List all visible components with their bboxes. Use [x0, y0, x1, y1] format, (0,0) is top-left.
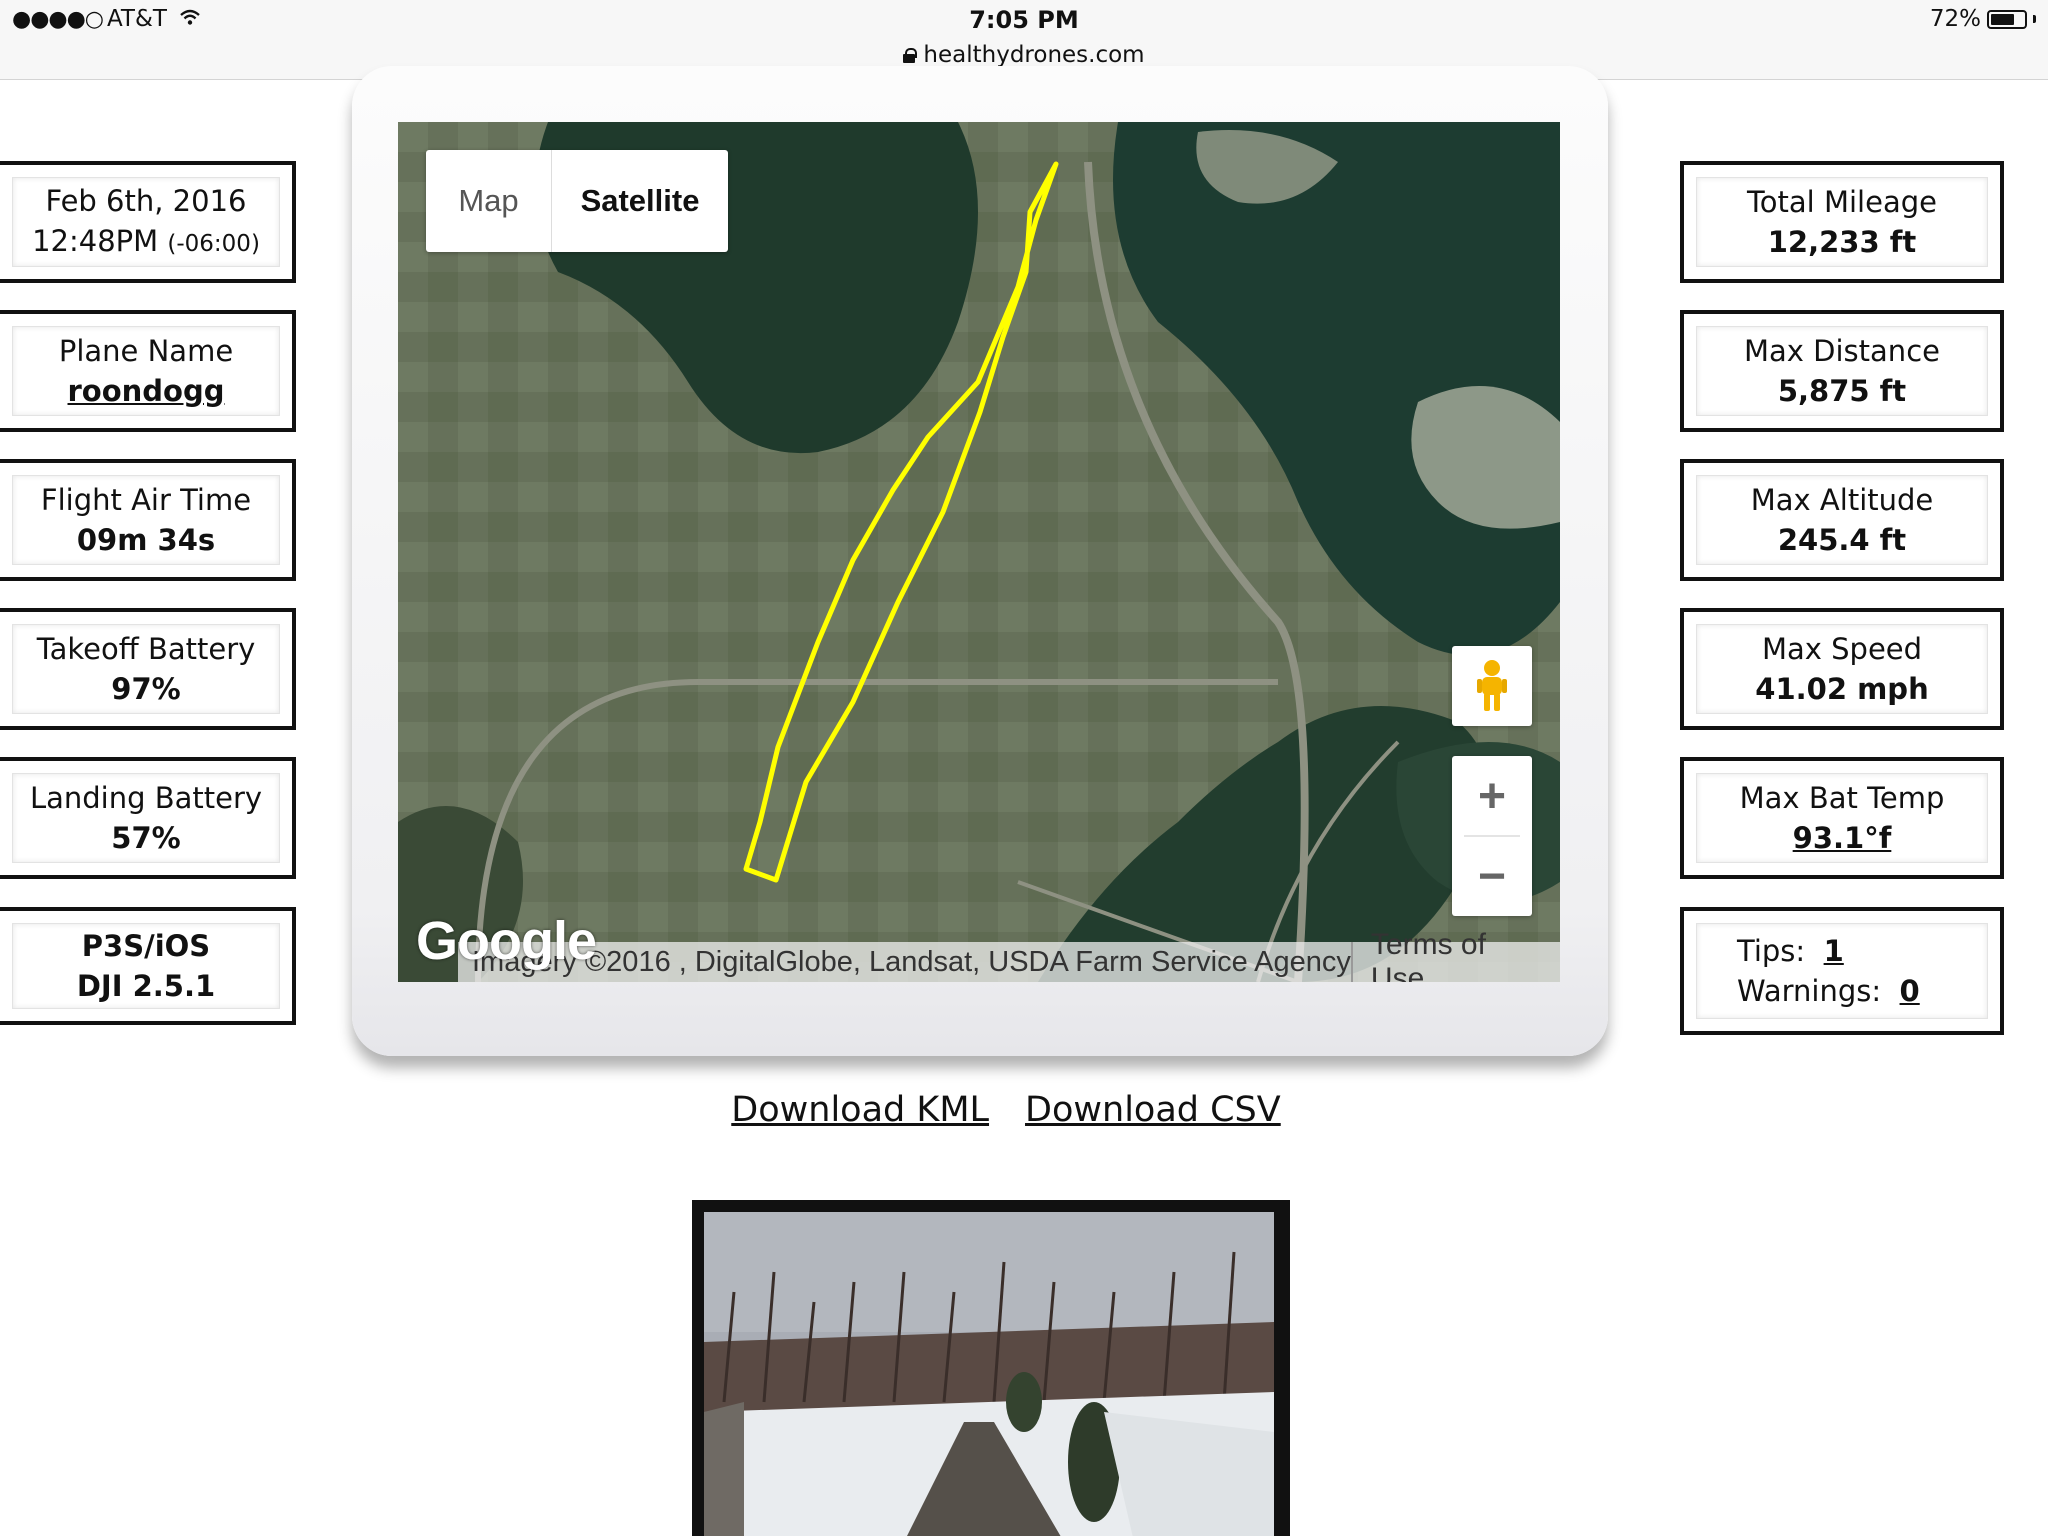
- flight-date-box: Feb 6th, 2016 12:48PM (-06:00): [0, 161, 296, 283]
- max-bat-temp-box: Max Bat Temp 93.1°f: [1680, 757, 2004, 879]
- battery-fill: [1991, 13, 2015, 25]
- zoom-out-button[interactable]: −: [1452, 836, 1532, 916]
- timezone: (-06:00): [167, 230, 260, 257]
- max-speed-label: Max Speed: [1761, 632, 1923, 666]
- max-bat-temp-label: Max Bat Temp: [1739, 781, 1945, 815]
- warnings-count-link[interactable]: 0: [1900, 974, 1920, 1008]
- flight-photo-frame: [692, 1200, 1290, 1536]
- flight-start-time: 12:48PM: [32, 223, 159, 258]
- platform-box: P3S/iOS DJI 2.5.1: [0, 907, 296, 1025]
- plane-name-box: Plane Name roondogg: [0, 310, 296, 432]
- air-time-box: Flight Air Time 09m 34s: [0, 459, 296, 581]
- total-mileage-value: 12,233 ft: [1767, 225, 1917, 259]
- address-bar[interactable]: healthydrones.com: [0, 42, 2048, 68]
- google-logo: Google: [416, 911, 597, 971]
- map-attribution-bar: Imagery ©2016 , DigitalGlobe, Landsat, U…: [458, 928, 1560, 982]
- map-type-satellite-button[interactable]: Satellite: [552, 150, 728, 252]
- tips-line: Tips: 1: [1737, 931, 1844, 971]
- max-bat-temp-link[interactable]: 93.1°f: [1793, 818, 1892, 858]
- tips-count-link[interactable]: 1: [1824, 934, 1844, 968]
- flight-time-line: 12:48PM (-06:00): [32, 221, 260, 264]
- max-distance-value: 5,875 ft: [1777, 374, 1907, 408]
- warnings-line: Warnings: 0: [1737, 971, 1920, 1011]
- download-kml-link[interactable]: Download KML: [731, 1090, 989, 1130]
- max-altitude-box: Max Altitude 245.4 ft: [1680, 459, 2004, 581]
- battery-tip: [2033, 15, 2036, 23]
- platform-version: DJI 2.5.1: [76, 969, 216, 1003]
- battery-indicator: 72%: [1930, 6, 2036, 32]
- takeoff-battery-label: Takeoff Battery: [36, 632, 256, 666]
- lock-icon: [903, 48, 918, 63]
- url-text: healthydrones.com: [923, 42, 1145, 68]
- air-time-value: 09m 34s: [76, 523, 216, 557]
- terms-of-use-link[interactable]: Terms of Use: [1350, 928, 1560, 982]
- tips-label: Tips:: [1737, 934, 1806, 968]
- status-clock: 7:05 PM: [969, 6, 1079, 34]
- zoom-in-button[interactable]: +: [1452, 756, 1532, 836]
- snow-landscape-image: [704, 1212, 1274, 1536]
- plane-name-label: Plane Name: [58, 334, 234, 368]
- tips-warnings-box: Tips: 1 Warnings: 0: [1680, 907, 2004, 1035]
- max-distance-label: Max Distance: [1744, 334, 1940, 368]
- max-speed-box: Max Speed 41.02 mph: [1680, 608, 2004, 730]
- flight-photo[interactable]: [704, 1212, 1274, 1536]
- flight-map[interactable]: Map Satellite + − Imagery ©2016 , Digita…: [398, 122, 1560, 982]
- map-type-map-button[interactable]: Map: [426, 150, 552, 252]
- flight-date: Feb 6th, 2016: [45, 183, 247, 218]
- max-altitude-label: Max Altitude: [1750, 483, 1934, 517]
- max-distance-box: Max Distance 5,875 ft: [1680, 310, 2004, 432]
- platform-app: P3S/iOS: [81, 929, 211, 963]
- landing-battery-value: 57%: [111, 821, 181, 855]
- download-links: Download KML Download CSV: [0, 1090, 2048, 1130]
- landing-battery-box: Landing Battery 57%: [0, 757, 296, 879]
- landing-battery-label: Landing Battery: [29, 781, 263, 815]
- warnings-label: Warnings:: [1737, 974, 1882, 1008]
- download-csv-link[interactable]: Download CSV: [1025, 1090, 1281, 1130]
- plane-name-link[interactable]: roondogg: [68, 371, 225, 411]
- max-altitude-value: 245.4 ft: [1777, 523, 1907, 557]
- street-view-pegman-icon[interactable]: [1452, 646, 1532, 726]
- zoom-control: + −: [1452, 756, 1532, 916]
- takeoff-battery-box: Takeoff Battery 97%: [0, 608, 296, 730]
- battery-icon: [1987, 9, 2027, 29]
- total-mileage-label: Total Mileage: [1747, 185, 1937, 219]
- map-type-control: Map Satellite: [426, 150, 728, 252]
- battery-percent: 72%: [1929, 6, 1981, 32]
- takeoff-battery-value: 97%: [111, 672, 181, 706]
- total-mileage-box: Total Mileage 12,233 ft: [1680, 161, 2004, 283]
- air-time-label: Flight Air Time: [40, 483, 252, 517]
- max-speed-value: 41.02 mph: [1755, 672, 1929, 706]
